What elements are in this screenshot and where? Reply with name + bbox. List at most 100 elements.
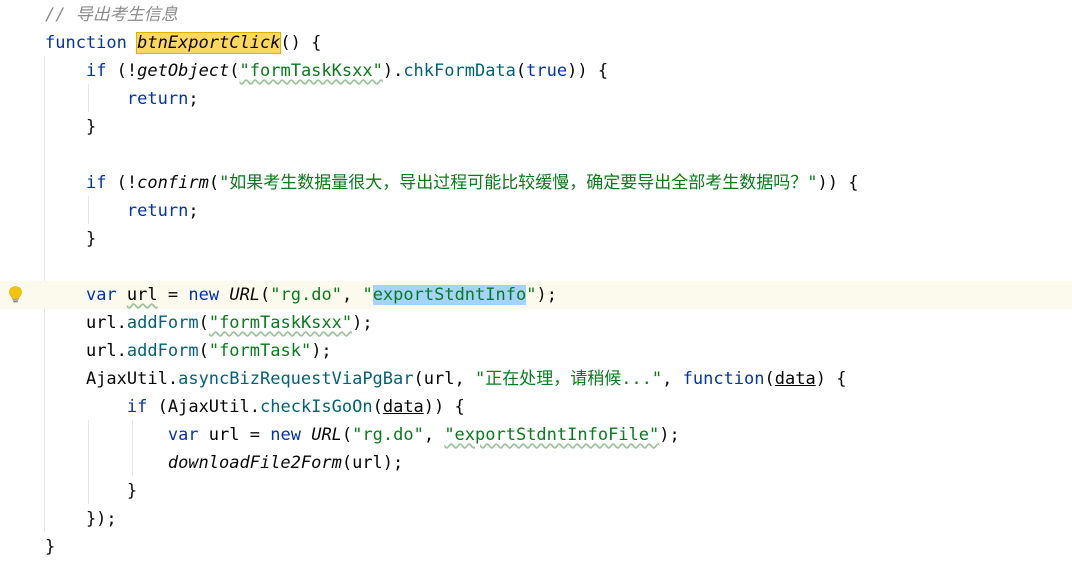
code-token: "如果考生数据量很大，导出过程可能比较缓慢，确定要导出全部考生数据吗？" (219, 173, 818, 193)
code-token: url (208, 425, 240, 445)
code-token: , (454, 369, 475, 389)
code-token: exportStdntInfo (372, 285, 527, 305)
code-token: () { (280, 33, 322, 53)
code-token: ( (229, 61, 240, 81)
code-token: ( (147, 397, 168, 417)
code-token: (! (106, 173, 138, 193)
code-token: function (45, 33, 138, 53)
code-line[interactable]: return; (0, 197, 1072, 225)
code-token: " (362, 285, 373, 305)
code-token: ( (198, 313, 209, 333)
code-line[interactable]: if (AjaxUtil.checkIsGoOn(data)) { (0, 393, 1072, 421)
code-token: asyncBizRequestViaPgBar (178, 369, 414, 389)
code-line-text[interactable]: if (!getObject("formTaskKsxx").chkFormDa… (45, 57, 608, 85)
code-line[interactable]: }); (0, 505, 1072, 533)
code-token: function (682, 369, 765, 389)
code-line-text[interactable]: url.addForm("formTask"); (45, 337, 332, 365)
code-line-text[interactable]: } (45, 113, 96, 141)
code-line[interactable]: if (!getObject("formTaskKsxx").chkFormDa… (0, 57, 1072, 85)
code-token: )) { (567, 61, 609, 81)
code-token: ; (188, 89, 199, 109)
code-token: . (249, 397, 260, 417)
code-line-text[interactable]: return; (45, 197, 199, 225)
code-line[interactable]: // 导出考生信息 (0, 1, 1072, 29)
code-line-text[interactable]: var url = new URL("rg.do", "exportStdntI… (45, 421, 680, 449)
code-token: ); (659, 425, 680, 445)
code-token: url (85, 313, 117, 333)
code-token: , (423, 425, 445, 445)
code-token: url (352, 453, 383, 473)
code-token: if (126, 397, 148, 417)
code-line[interactable]: if (!confirm("如果考生数据量很大，导出过程可能比较缓慢，确定要导出… (0, 169, 1072, 197)
code-token: . (116, 341, 127, 361)
code-token: URL (229, 285, 261, 305)
code-token: ( (764, 369, 775, 389)
code-token: = (157, 285, 189, 305)
code-token: addForm (126, 341, 199, 361)
code-token: ); (382, 453, 404, 473)
code-line[interactable]: } (0, 533, 1072, 561)
code-token: , (341, 285, 363, 305)
code-line-text[interactable]: var url = new URL("rg.do", "exportStdntI… (45, 281, 557, 309)
code-line-text[interactable]: url.addForm("formTaskKsxx"); (45, 309, 373, 337)
code-line[interactable]: var url = new URL("rg.do", "exportStdntI… (0, 281, 1072, 309)
code-token: var (85, 285, 117, 305)
code-line[interactable]: AjaxUtil.asyncBizRequestViaPgBar(url, "正… (0, 365, 1072, 393)
code-token: new (188, 285, 220, 305)
code-line[interactable]: function btnExportClick() { (0, 29, 1072, 57)
code-line[interactable]: return; (0, 85, 1072, 113)
code-line-text[interactable]: downloadFile2Form(url); (45, 449, 403, 477)
code-token: "exportStdntInfoFile" (444, 425, 660, 445)
code-line-text[interactable]: // 导出考生信息 (45, 1, 178, 29)
code-token: url (126, 285, 158, 305)
code-token: } (45, 117, 97, 137)
code-line[interactable]: } (0, 225, 1072, 253)
code-token: } (45, 537, 56, 557)
code-line[interactable]: var url = new URL("rg.do", "exportStdntI… (0, 421, 1072, 449)
code-token: "正在处理，请稍候..." (474, 369, 663, 389)
code-token: . (167, 369, 179, 389)
code-line[interactable] (0, 141, 1072, 169)
code-line[interactable]: downloadFile2Form(url); (0, 449, 1072, 477)
code-line-text[interactable]: if (!confirm("如果考生数据量很大，导出过程可能比较缓慢，确定要导出… (45, 169, 859, 197)
code-line-text[interactable]: return; (45, 85, 199, 113)
code-line[interactable]: url.addForm("formTask"); (0, 337, 1072, 365)
code-line-text[interactable]: } (45, 533, 55, 561)
code-token: }); (45, 509, 117, 529)
code-line-text[interactable]: } (45, 225, 96, 253)
code-token: url (423, 369, 455, 389)
code-token: AjaxUtil (167, 397, 250, 417)
code-line-text[interactable]: }); (45, 505, 117, 533)
code-line-text[interactable]: } (45, 477, 137, 505)
code-token: "formTask" (208, 341, 312, 361)
code-token: "rg.do" (352, 425, 424, 445)
code-line[interactable]: url.addForm("formTaskKsxx"); (0, 309, 1072, 337)
code-token: = (239, 425, 271, 445)
code-token: )) { (423, 397, 465, 417)
code-editor[interactable]: // 导出考生信息 function btnExportClick() { if … (0, 0, 1072, 569)
code-token: "formTaskKsxx" (208, 313, 353, 333)
code-line[interactable]: } (0, 113, 1072, 141)
code-line-text[interactable]: function btnExportClick() { (45, 29, 321, 57)
code-token: ( (198, 341, 209, 361)
code-token: "rg.do" (270, 285, 342, 305)
lightbulb-icon[interactable] (9, 286, 22, 303)
code-token: ( (372, 397, 383, 417)
code-line[interactable]: } (0, 477, 1072, 505)
code-line-text[interactable]: if (AjaxUtil.checkIsGoOn(data)) { (45, 393, 465, 421)
code-line[interactable] (0, 253, 1072, 281)
code-line-text[interactable]: AjaxUtil.asyncBizRequestViaPgBar(url, "正… (45, 365, 846, 393)
code-token: ); (311, 341, 332, 361)
code-token: // 导出考生信息 (45, 5, 178, 25)
code-token: " (526, 285, 537, 305)
